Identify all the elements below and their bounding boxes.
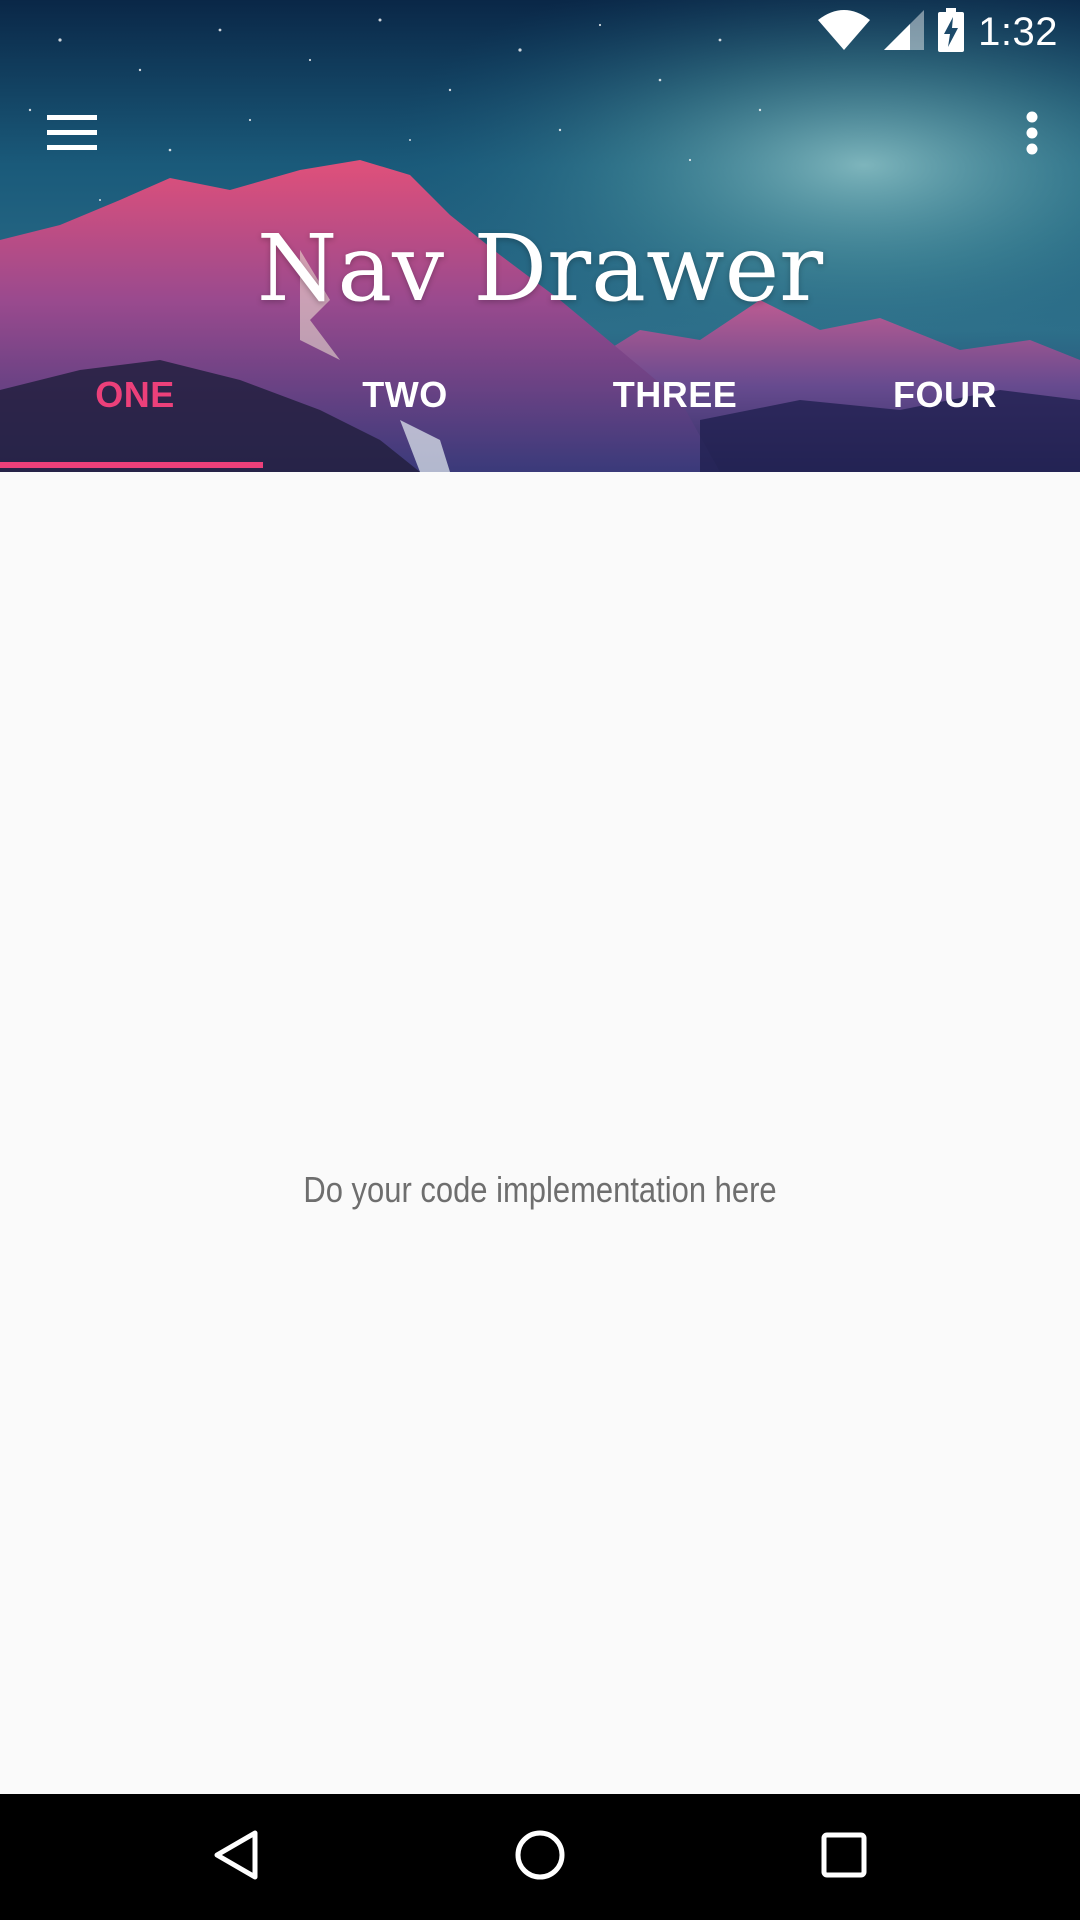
status-bar: 1:32 [0,0,1080,63]
more-vert-icon [1026,111,1038,160]
content-placeholder-text: Do your code implementation here [303,1169,777,1210]
recents-button[interactable] [794,1807,894,1907]
status-time: 1:32 [978,10,1058,54]
hamburger-menu-button[interactable] [24,87,120,183]
content-area [0,472,1080,1794]
tab-three[interactable]: THREE [540,350,810,472]
wifi-icon [818,9,871,55]
overflow-menu-button[interactable] [984,87,1080,183]
tab-bar: ONE TWO THREE FOUR [0,350,1080,472]
screen: 1:32 Nav Drawer ONE TWO THREE FOUR Do yo… [0,0,1080,1920]
page-title: Nav Drawer [256,215,824,322]
back-icon [213,1829,259,1886]
tab-two[interactable]: TWO [270,350,540,472]
home-button[interactable] [490,1807,590,1907]
recents-icon [821,1832,867,1883]
tab-one[interactable]: ONE [0,350,270,472]
back-button[interactable] [186,1807,286,1907]
cell-signal-icon [884,9,925,55]
home-icon [514,1829,566,1886]
tab-four[interactable]: FOUR [810,350,1080,472]
status-icons: 1:32 [818,7,1058,57]
hamburger-menu-icon [47,114,97,156]
header: 1:32 Nav Drawer ONE TWO THREE FOUR [0,0,1080,472]
tab-indicator [0,462,263,468]
battery-charging-icon [938,7,965,57]
navigation-bar [0,1794,1080,1920]
